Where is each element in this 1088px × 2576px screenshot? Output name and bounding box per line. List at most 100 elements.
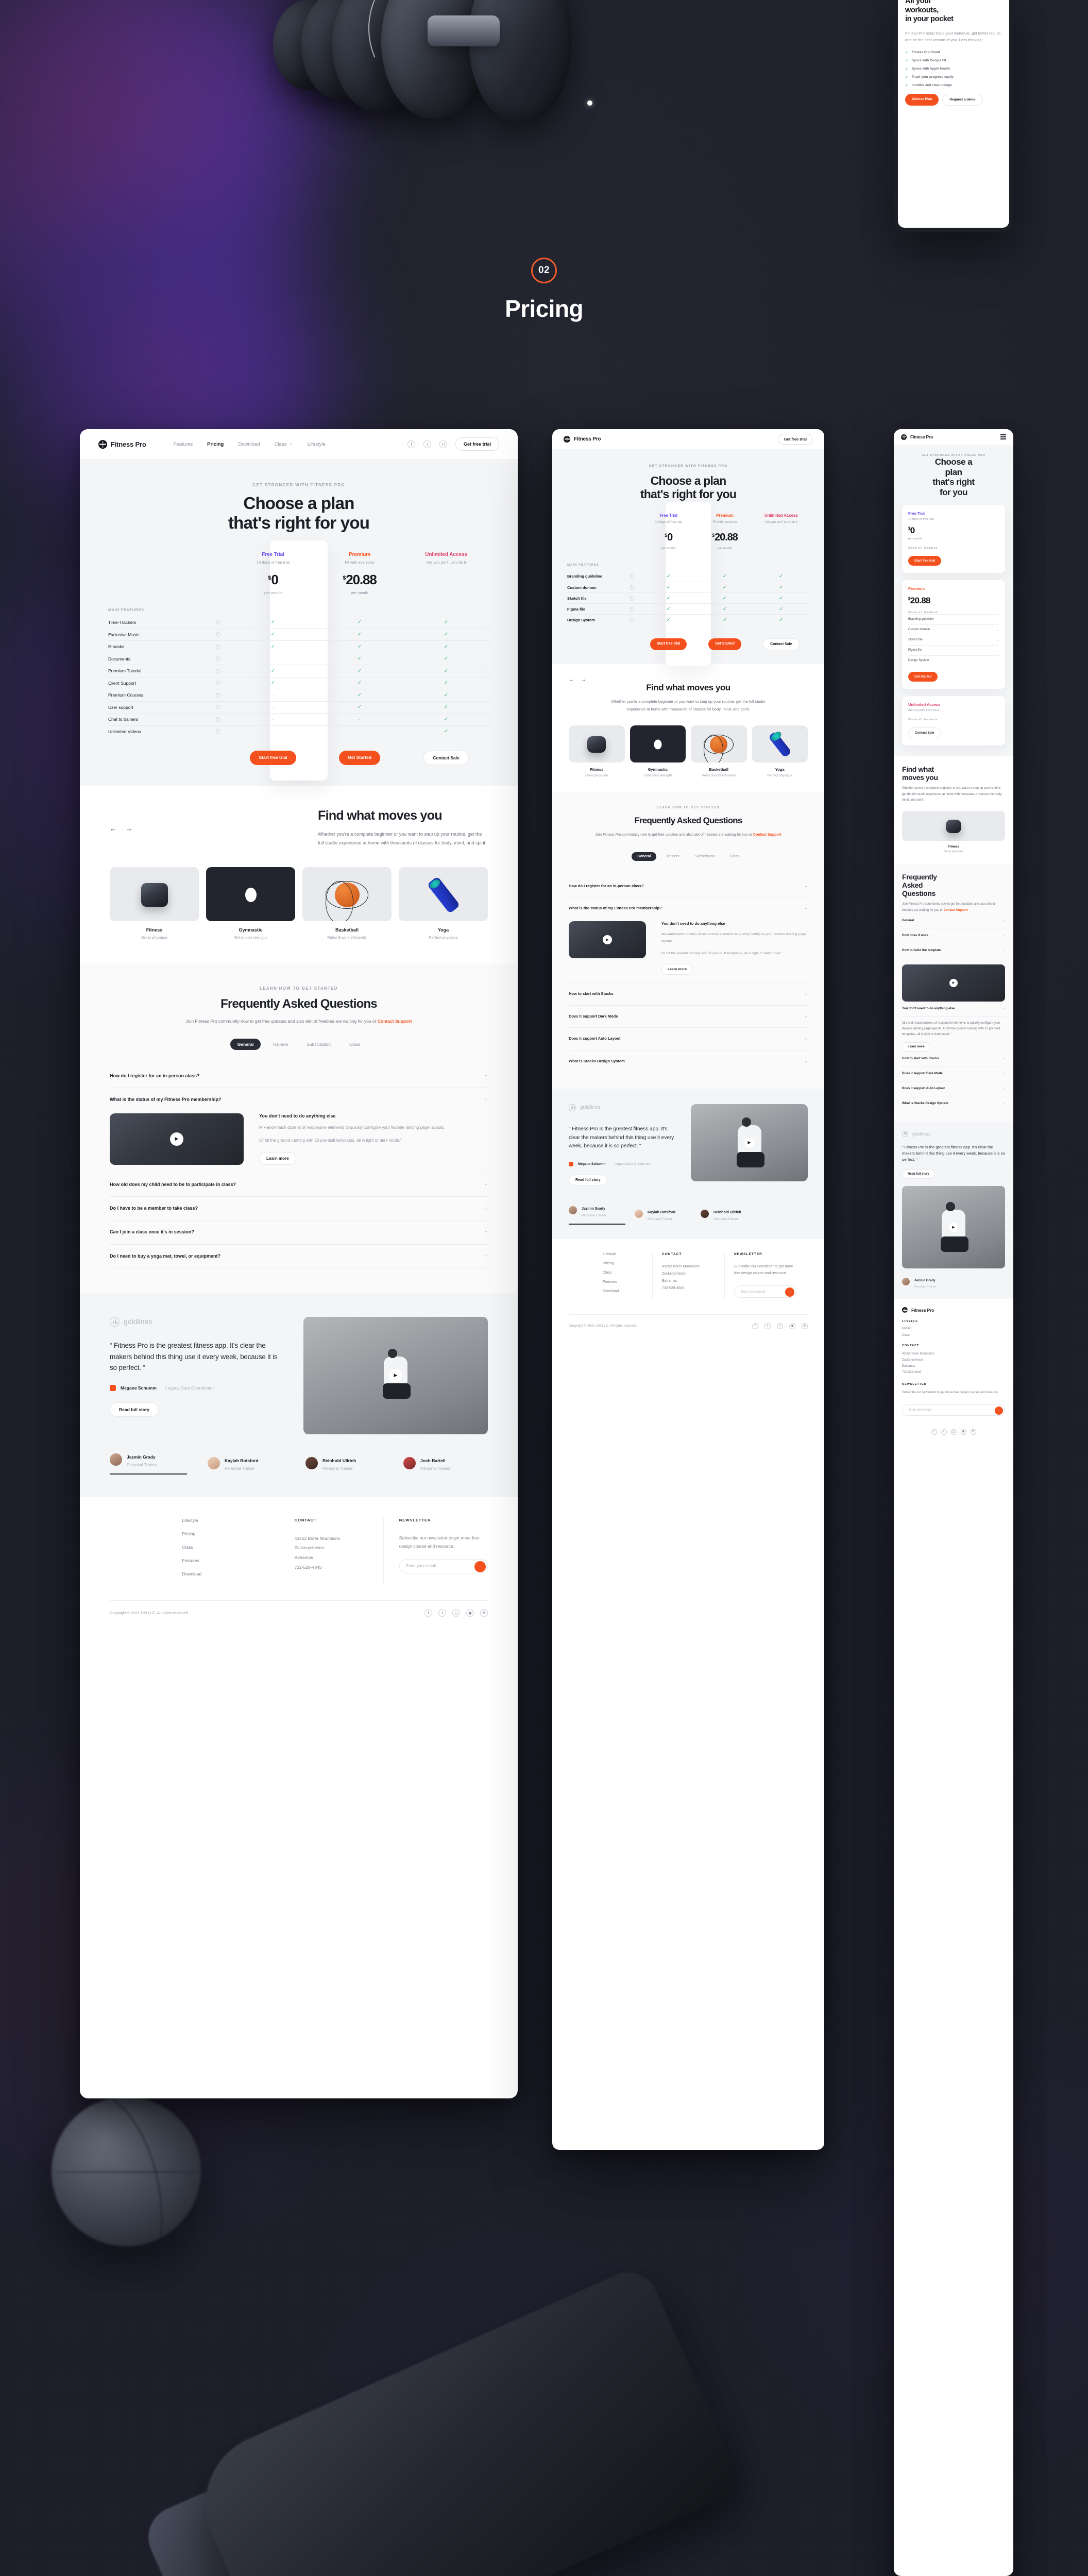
list-item[interactable]: Jazmin Grady Personal Trainer	[110, 1452, 187, 1467]
play-icon[interactable]: ▶	[170, 1132, 183, 1146]
chevron-down-icon[interactable]: ⌄	[804, 991, 808, 996]
footer-link-class[interactable]: Class	[603, 1271, 652, 1275]
chevron-down-icon[interactable]: ⌄	[804, 905, 808, 911]
footer-link-pricing[interactable]: Pricing	[182, 1531, 278, 1536]
info-icon[interactable]: i	[629, 617, 634, 622]
faq-item[interactable]: How to build the template ⌄	[902, 943, 1005, 958]
contact-support-link[interactable]: Contact Support	[944, 909, 968, 912]
faq-item[interactable]: How to start with Stacks ⌄	[569, 983, 808, 1006]
facebook-icon[interactable]: f	[424, 1608, 432, 1617]
footer-link-download[interactable]: Download	[603, 1290, 652, 1293]
read-full-story-button[interactable]: Read full story	[902, 1170, 935, 1179]
chevron-down-icon[interactable]: ⌄	[1002, 918, 1005, 922]
arrow-left-icon[interactable]: ←	[110, 825, 116, 833]
contact-sale-button[interactable]: Contact Sale	[908, 727, 941, 738]
list-item[interactable]: Custom domain ⌄	[908, 624, 999, 635]
faq-item[interactable]: General ⌄	[902, 913, 1005, 928]
faq-item[interactable]: Does it support Dark Mode ⌄	[569, 1006, 808, 1028]
info-icon[interactable]: i	[215, 620, 220, 625]
tab-trainers[interactable]: Trainers	[660, 852, 685, 861]
facebook-icon[interactable]: f	[931, 1429, 937, 1435]
tab-subscription[interactable]: Subscription	[689, 852, 721, 861]
chevron-down-icon[interactable]: ⌄	[996, 649, 999, 652]
faq-item[interactable]: Can I join a class once it's in session?…	[110, 1221, 488, 1245]
faq-item[interactable]: How do I register for an in-person class…	[569, 875, 808, 898]
tab-general[interactable]: General	[632, 852, 657, 861]
brand-logo[interactable]: Fitness Pro	[901, 434, 933, 440]
info-icon[interactable]: i	[215, 692, 220, 698]
newsletter-input[interactable]: Enter your email →	[734, 1285, 796, 1298]
arrow-left-icon[interactable]: ←	[569, 677, 574, 683]
list-item[interactable]: Reinhold Ullrich Personal Trainer	[701, 1203, 757, 1225]
info-icon[interactable]: i	[215, 644, 220, 649]
info-icon[interactable]: i	[215, 656, 220, 662]
brand-logo[interactable]: Fitness Pro	[902, 1307, 1005, 1313]
footer-link-class[interactable]: Class	[902, 1334, 1005, 1337]
info-icon[interactable]: i	[215, 632, 220, 637]
learn-more-button[interactable]: Learn more	[902, 1042, 930, 1052]
chevron-down-icon[interactable]: ⌄	[484, 1096, 488, 1101]
info-icon[interactable]: i	[215, 717, 220, 722]
twitter-icon[interactable]: t	[438, 1608, 446, 1617]
tab-class[interactable]: Class	[724, 852, 745, 861]
footer-link-download[interactable]: Download	[182, 1571, 278, 1577]
instagram-icon[interactable]: ◻	[452, 1608, 460, 1617]
learn-more-button[interactable]: Learn more	[259, 1151, 296, 1165]
chevron-down-icon[interactable]: ⌄	[484, 1252, 488, 1258]
list-item[interactable]: Sketch file ⌄	[908, 634, 999, 645]
category-card-basketball[interactable]: Basketball Relax $ work efficiently	[302, 867, 392, 940]
contact-sale-button[interactable]: Contact Sale	[763, 638, 800, 651]
play-icon[interactable]: ▶	[603, 935, 612, 945]
chevron-down-icon[interactable]: ⌄	[804, 1013, 808, 1019]
info-icon[interactable]: i	[215, 705, 220, 710]
list-item[interactable]: Jazmin Grady Personal Trainer	[902, 1275, 979, 1289]
start-free-trial-button[interactable]: Start free trial	[650, 638, 687, 651]
info-icon[interactable]: i	[215, 668, 220, 673]
newsletter-submit-button[interactable]: →	[474, 1561, 486, 1572]
start-free-trial-button[interactable]: Start free trial	[250, 751, 296, 766]
footer-link-features[interactable]: Features	[603, 1280, 652, 1284]
info-icon[interactable]: i	[629, 574, 634, 579]
nav-item-download[interactable]: Download	[238, 442, 260, 447]
category-card-fitness[interactable]: Fitness Great physique	[569, 725, 625, 777]
faq-video-thumbnail[interactable]: ▶	[902, 964, 1005, 1002]
dribbble-icon[interactable]: ◉	[466, 1608, 474, 1617]
brand-logo[interactable]: Fitness Pro	[564, 435, 601, 443]
info-icon[interactable]: i	[629, 585, 634, 590]
twitter-icon[interactable]: t	[423, 440, 431, 448]
read-full-story-button[interactable]: Read full story	[569, 1175, 607, 1186]
category-card-yoga[interactable]: Yoga Perfect physique	[752, 725, 808, 777]
tab-subscription[interactable]: Subscription	[299, 1039, 338, 1050]
footer-link-lifestyle[interactable]: Lifestyle	[603, 1252, 652, 1256]
dribbble-icon[interactable]: ◉	[789, 1323, 795, 1329]
arrow-right-icon[interactable]: →	[581, 677, 586, 683]
twitter-icon[interactable]: t	[941, 1429, 947, 1435]
chevron-down-icon[interactable]: ⌄	[996, 638, 999, 642]
newsletter-input[interactable]: Enter your email →	[902, 1404, 1005, 1416]
footer-link-class[interactable]: Class	[182, 1545, 278, 1550]
nav-item-pricing[interactable]: Pricing	[207, 442, 224, 447]
instagram-icon[interactable]: ◻	[777, 1323, 783, 1329]
chevron-down-icon[interactable]: ⌄	[484, 1181, 488, 1187]
read-full-story-button[interactable]: Read full story	[110, 1402, 159, 1417]
behance-icon[interactable]: B	[480, 1608, 488, 1617]
get-started-button[interactable]: Get Started	[339, 751, 380, 766]
newsletter-submit-button[interactable]: →	[995, 1406, 1003, 1415]
contact-support-link[interactable]: Contact Support	[753, 833, 781, 837]
faq-item[interactable]: You don't need to do anything else ⌄	[902, 1002, 1005, 1016]
get-started-button[interactable]: Get Started	[708, 638, 741, 651]
list-item[interactable]: Reinhold Ullrich Personal Trainer	[305, 1452, 383, 1475]
brand-logo[interactable]: Fitness Pro	[98, 439, 146, 449]
testimonial-video[interactable]: ▶	[902, 1186, 1005, 1269]
category-card-fitness[interactable]: Fitness Great physique	[110, 867, 199, 940]
tab-general[interactable]: General	[230, 1039, 261, 1050]
learn-more-button[interactable]: Learn more	[661, 963, 693, 975]
list-item[interactable]: Design System ⌄	[908, 655, 999, 666]
get-free-trial-button[interactable]: Get free trial	[777, 433, 813, 445]
play-icon[interactable]: ▶	[389, 1368, 402, 1382]
faq-item[interactable]: Do I need to buy a yoga mat, towel, or e…	[110, 1245, 488, 1268]
newsletter-input[interactable]: Enter your email →	[399, 1558, 488, 1573]
chevron-down-icon[interactable]: ⌄	[1002, 1101, 1005, 1105]
chevron-down-icon[interactable]: ⌄	[1002, 1071, 1005, 1075]
faq-video-thumbnail[interactable]: ▶	[569, 921, 646, 959]
